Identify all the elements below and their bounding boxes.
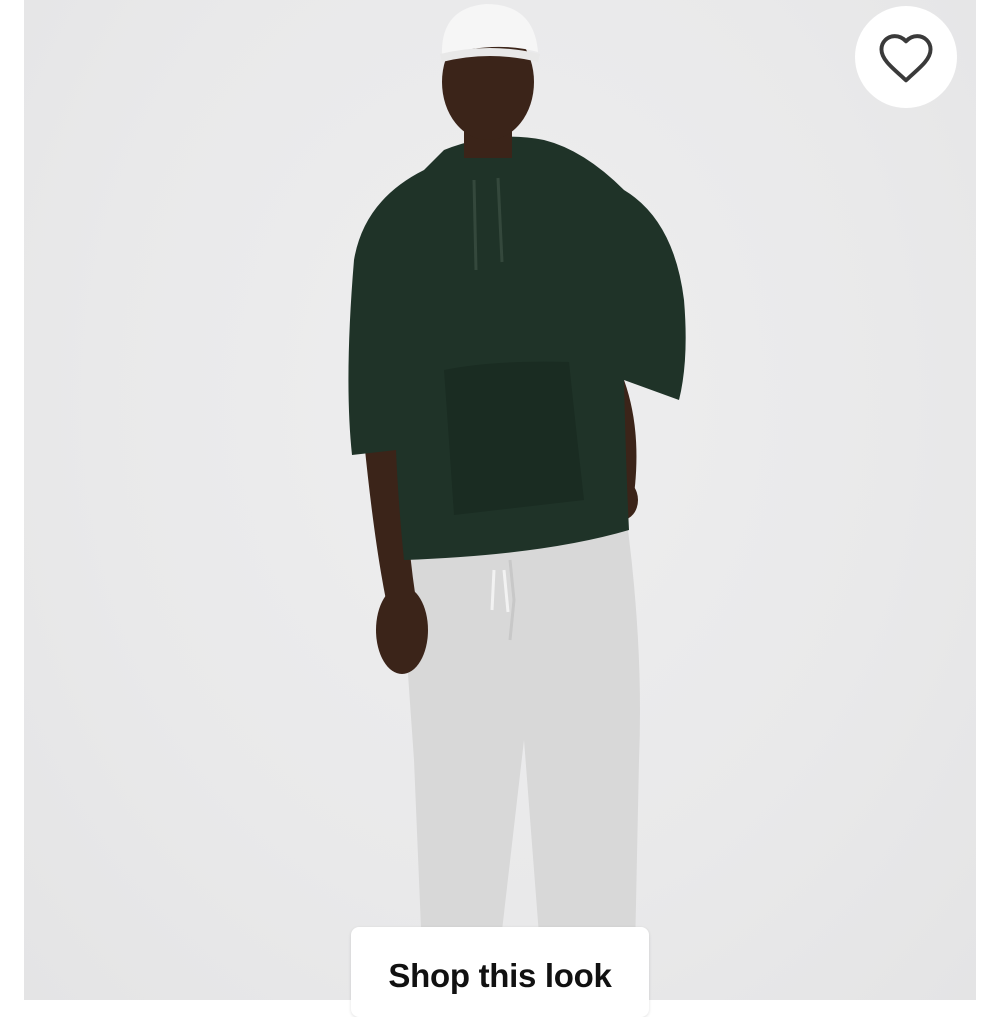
product-card: Shop this look xyxy=(0,0,1000,1017)
favorite-button[interactable] xyxy=(855,6,957,108)
shop-this-look-label: Shop this look xyxy=(388,957,612,994)
product-photo[interactable] xyxy=(24,0,976,1000)
model-illustration xyxy=(348,4,686,1000)
heart-outline-icon xyxy=(879,34,933,83)
pants xyxy=(400,500,640,1000)
shop-this-look-button[interactable]: Shop this look xyxy=(351,927,649,1017)
